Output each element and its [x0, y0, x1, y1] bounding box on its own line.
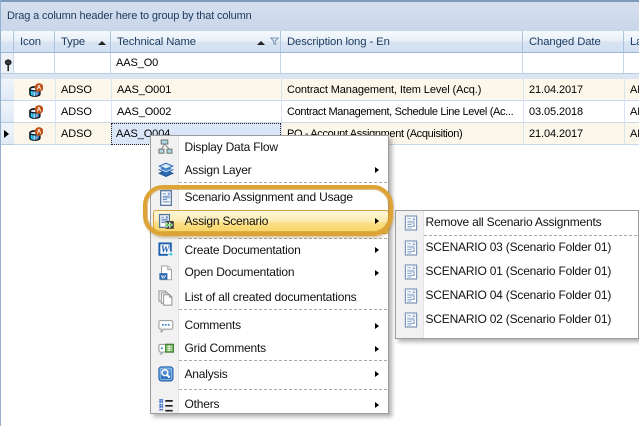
svg-text:A: A	[37, 129, 42, 136]
svg-text:A: A	[37, 107, 42, 114]
svg-text:A: A	[37, 85, 42, 92]
